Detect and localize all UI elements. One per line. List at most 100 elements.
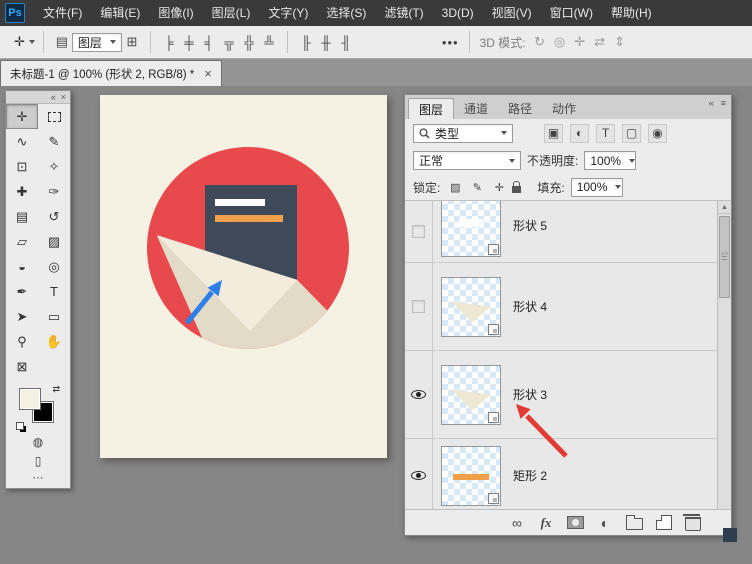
brush-tool[interactable]: ✑ — [38, 179, 70, 204]
tab-layers[interactable]: 图层 — [408, 98, 455, 119]
blur-tool[interactable]: ◒ — [6, 254, 38, 279]
scroll-up-icon[interactable]: ▲ — [718, 201, 731, 214]
more-options-button[interactable]: ••• — [440, 31, 461, 53]
pen-tool[interactable]: ✒ — [6, 279, 38, 304]
align-right-icon[interactable]: ╡ — [199, 31, 219, 53]
layer-visibility-toggle[interactable] — [405, 263, 433, 350]
menu-help[interactable]: 帮助(H) — [602, 0, 661, 26]
transform-controls-icon[interactable]: ⊞ — [122, 31, 142, 53]
layer-thumbnail[interactable] — [441, 445, 501, 506]
fill-dropdown[interactable]: 100% — [570, 177, 623, 197]
type-tool[interactable]: T — [38, 279, 70, 304]
quick-mask-button[interactable]: ◍ — [6, 432, 70, 451]
frame-tool[interactable]: ⊠ — [6, 354, 38, 379]
distribute-right-icon[interactable]: ╢ — [336, 31, 356, 53]
clone-stamp-tool[interactable]: ▤ — [6, 204, 38, 229]
menu-filter[interactable]: 滤镜(T) — [375, 0, 432, 26]
layer-visibility-toggle[interactable] — [405, 201, 433, 262]
zoom-tool[interactable]: ⚲ — [6, 329, 38, 354]
menu-type[interactable]: 文字(Y) — [259, 0, 317, 26]
close-tab-icon[interactable]: × — [204, 67, 212, 80]
rectangular-marquee-tool[interactable] — [38, 104, 70, 129]
scrollbar-thumb[interactable] — [719, 216, 730, 298]
menu-file[interactable]: 文件(F) — [34, 0, 91, 26]
path-selection-tool[interactable]: ➤ — [6, 304, 38, 329]
adjustment-layer-icon[interactable]: ◐ — [597, 515, 613, 531]
align-top-icon[interactable]: ╦ — [219, 31, 239, 53]
layer-thumbnail[interactable] — [441, 276, 501, 337]
eyedropper-tool[interactable]: ✧ — [38, 154, 70, 179]
toolbar-overflow-icon[interactable]: ⋯ — [6, 470, 70, 484]
panel-resize-grip[interactable] — [723, 528, 737, 542]
layer-row[interactable]: 矩形 2 — [405, 439, 731, 509]
link-layers-icon[interactable]: ∞ — [509, 515, 525, 531]
distribute-center-icon[interactable]: ╫ — [316, 31, 336, 53]
lock-pixels-icon[interactable]: ✎ — [468, 178, 486, 196]
layer-row[interactable]: 形状 3 — [405, 351, 731, 439]
lasso-tool[interactable]: ∿ — [6, 129, 38, 154]
filter-type-dropdown[interactable]: 类型 — [413, 123, 513, 143]
default-colors-icon[interactable] — [16, 422, 24, 430]
document-tab[interactable]: 未标题-1 @ 100% (形状 2, RGB/8) * × — [0, 60, 222, 86]
layer-style-icon[interactable]: fx — [538, 515, 554, 531]
lock-position-icon[interactable]: ✛ — [490, 178, 508, 196]
layer-row[interactable]: 形状 5 — [405, 201, 731, 263]
opacity-dropdown[interactable]: 100% — [584, 151, 637, 170]
scrollbar[interactable]: ▲ — [717, 201, 731, 509]
hand-tool[interactable]: ✋ — [38, 329, 70, 354]
align-center-horizontal-icon[interactable]: ╪ — [179, 31, 199, 53]
menu-view[interactable]: 视图(V) — [483, 0, 541, 26]
layer-name[interactable]: 形状 5 — [513, 217, 547, 234]
filter-type-layers-icon[interactable]: T — [596, 123, 615, 143]
distribute-left-icon[interactable]: ╟ — [296, 31, 316, 53]
3d-pan-icon[interactable]: ✛ — [570, 31, 590, 53]
menu-select[interactable]: 选择(S) — [317, 0, 375, 26]
align-left-icon[interactable]: ╞ — [159, 31, 179, 53]
filter-shape-layers-icon[interactable]: ▢ — [622, 123, 641, 143]
layer-visibility-toggle[interactable] — [405, 439, 433, 509]
quick-selection-tool[interactable]: ✎ — [38, 129, 70, 154]
delete-layer-icon[interactable] — [683, 514, 701, 531]
new-layer-icon[interactable] — [656, 515, 672, 530]
tab-paths[interactable]: 路径 — [498, 98, 542, 119]
crop-tool[interactable]: ⊡ — [6, 154, 38, 179]
menu-image[interactable]: 图像(I) — [149, 0, 202, 26]
align-bottom-icon[interactable]: ╩ — [259, 31, 279, 53]
tab-channels[interactable]: 通道 — [454, 98, 498, 119]
gradient-tool[interactable]: ▨ — [38, 229, 70, 254]
blend-mode-dropdown[interactable]: 正常 — [413, 151, 521, 170]
panel-menu-icon[interactable]: ≡ — [721, 99, 726, 108]
collapse-tools-icon[interactable]: « — [51, 92, 56, 102]
healing-brush-tool[interactable]: ✚ — [6, 179, 38, 204]
3d-roll-icon[interactable]: ◎ — [550, 31, 570, 53]
auto-select-icon[interactable]: ▤ — [52, 31, 72, 53]
history-brush-tool[interactable]: ↺ — [38, 204, 70, 229]
filter-pixel-layers-icon[interactable]: ▣ — [544, 123, 563, 143]
close-tools-icon[interactable]: × — [61, 92, 66, 102]
rectangle-tool[interactable]: ▭ — [38, 304, 70, 329]
add-layer-mask-icon[interactable] — [567, 516, 584, 529]
menu-3d[interactable]: 3D(D) — [433, 0, 483, 26]
foreground-color-swatch[interactable] — [19, 388, 41, 410]
layer-row[interactable]: 形状 4 — [405, 263, 731, 351]
auto-select-dropdown[interactable]: 图层 — [71, 32, 122, 52]
layer-name[interactable]: 矩形 2 — [513, 467, 547, 484]
menu-edit[interactable]: 编辑(E) — [91, 0, 149, 26]
lock-transparent-icon[interactable]: ▨ — [446, 178, 464, 196]
align-middle-icon[interactable]: ╬ — [239, 31, 259, 53]
canvas[interactable] — [100, 95, 387, 458]
lock-all-icon[interactable] — [512, 181, 522, 193]
tab-actions[interactable]: 动作 — [542, 98, 586, 119]
menu-layer[interactable]: 图层(L) — [203, 0, 260, 26]
3d-rotate-icon[interactable]: ↻ — [530, 31, 550, 53]
dodge-tool[interactable]: ◎ — [38, 254, 70, 279]
layer-thumbnail[interactable] — [441, 201, 501, 257]
move-tool[interactable]: ✛ — [6, 104, 38, 129]
swap-colors-icon[interactable]: ⇄ — [52, 384, 60, 395]
screen-mode-button[interactable]: ▯ — [6, 451, 70, 470]
tool-preset-button[interactable]: ✛ — [14, 34, 35, 50]
collapse-layers-icon[interactable]: « — [709, 99, 714, 108]
filter-smart-objects-icon[interactable]: ◉ — [648, 123, 667, 143]
menu-window[interactable]: 窗口(W) — [541, 0, 602, 26]
filter-adjustment-layers-icon[interactable]: ◐ — [570, 123, 589, 143]
